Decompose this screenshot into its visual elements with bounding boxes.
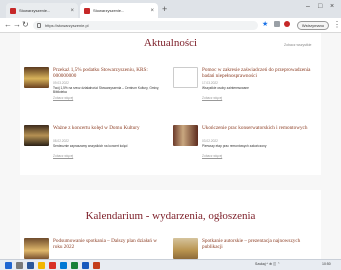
- news-item-date: 03.02.2022: [202, 139, 218, 143]
- file-explorer-icon[interactable]: [38, 262, 45, 269]
- forward-button[interactable]: →: [13, 20, 21, 30]
- minimize-icon[interactable]: –: [306, 3, 310, 10]
- calendar-section: Kalendarium - wydarzenia, ogłoszenia Pod…: [20, 190, 321, 259]
- menu-icon[interactable]: ⋮: [333, 20, 341, 29]
- news-item-title[interactable]: Ważne z koncertu kolęd w Domu Kultury: [53, 125, 163, 131]
- news-item-desc: Serdecznie zapraszamy wszystkich na konc…: [53, 144, 128, 148]
- tab-title: Stowarzyszenie...: [93, 8, 125, 13]
- browser-taskbar-icon[interactable]: [49, 262, 56, 269]
- word-icon[interactable]: [82, 262, 89, 269]
- taskbar: Szukaj ^ ⊕ ◫ ⌃ 10:50: [0, 259, 341, 270]
- extension-icon[interactable]: [274, 21, 280, 27]
- news-thumbnail[interactable]: [24, 67, 49, 88]
- new-tab-button[interactable]: +: [162, 4, 167, 14]
- mail-icon[interactable]: [60, 262, 67, 269]
- news-thumbnail[interactable]: [24, 125, 49, 146]
- search-icon[interactable]: [16, 262, 23, 269]
- profile-icon[interactable]: [284, 21, 290, 27]
- calendar-item[interactable]: Spotkanie autorskie – prezentacja najnow…: [173, 238, 313, 259]
- calendar-item-title[interactable]: Spotkanie autorskie – prezentacja najnow…: [202, 238, 312, 250]
- browser-tab-active[interactable]: Stowarzyszenie... ×: [80, 3, 158, 18]
- close-window-icon[interactable]: ×: [330, 3, 334, 10]
- reload-button[interactable]: ↻: [22, 20, 29, 30]
- back-button[interactable]: ←: [4, 20, 12, 30]
- news-item-more-link[interactable]: Zobacz więcej: [53, 154, 73, 158]
- news-title: Aktualności: [143, 37, 198, 49]
- news-item-more-link[interactable]: Zobacz więcej: [53, 96, 73, 100]
- tab-close-icon[interactable]: ×: [150, 8, 154, 14]
- news-section: Aktualności Zobacz wszystkie Przekaż 1,5…: [20, 33, 321, 175]
- calendar-thumbnail[interactable]: [173, 238, 198, 259]
- news-item-title[interactable]: Przekaż 1,5% podatku Stowarzyszeniu, KRS…: [53, 67, 163, 79]
- paused-button[interactable]: Wstrzymano: [297, 21, 329, 30]
- task-view-icon[interactable]: [27, 262, 34, 269]
- news-thumbnail[interactable]: [173, 67, 198, 88]
- url-input[interactable]: https://stowarzyszenie.pl: [33, 21, 258, 30]
- news-item-desc: Pierwszy etap prac remontowych zakończon…: [202, 144, 267, 148]
- calendar-item-title[interactable]: Podsumowanie spotkania – Dalszy plan dzi…: [53, 238, 163, 250]
- favicon-icon: [10, 7, 16, 14]
- news-item[interactable]: Przekaż 1,5% podatku Stowarzyszeniu, KRS…: [24, 67, 164, 111]
- browser-tab-bar: Stowarzyszenie... × Stowarzyszenie... × …: [0, 0, 341, 18]
- news-item-date: 09.03.2022: [53, 81, 69, 85]
- calendar-item[interactable]: Podsumowanie spotkania – Dalszy plan dzi…: [24, 238, 164, 259]
- system-tray[interactable]: Szukaj ^ ⊕ ◫ ⌃: [255, 262, 280, 266]
- browser-tab[interactable]: Stowarzyszenie... ×: [6, 3, 78, 18]
- clock[interactable]: 10:50: [322, 262, 331, 266]
- windows-start-icon[interactable]: [5, 262, 12, 269]
- maximize-icon[interactable]: □: [318, 3, 322, 10]
- news-item-more-link[interactable]: Zobacz więcej: [202, 96, 222, 100]
- lock-icon: [37, 23, 41, 28]
- presentation-icon[interactable]: [93, 262, 100, 269]
- news-thumbnail[interactable]: [173, 125, 198, 146]
- news-item-desc: Wszystkie osoby zainteresowane: [202, 86, 249, 90]
- news-item[interactable]: Ukończenie prac konserwatorskich i remon…: [173, 125, 313, 169]
- news-archive-link[interactable]: Zobacz wszystkie: [284, 43, 311, 47]
- news-item-more-link[interactable]: Zobacz więcej: [202, 154, 222, 158]
- news-item[interactable]: Ważne z koncertu kolęd w Domu Kultury 08…: [24, 125, 164, 169]
- tab-title: Stowarzyszenie...: [19, 8, 51, 13]
- tab-close-icon[interactable]: ×: [70, 8, 74, 14]
- favicon-icon: [84, 7, 90, 14]
- spreadsheet-icon[interactable]: [71, 262, 78, 269]
- calendar-thumbnail[interactable]: [24, 238, 49, 259]
- news-item-date: 17.03.2022: [202, 81, 218, 85]
- news-item-desc: Twój 1,5% na rzecz działalności Stowarzy…: [53, 86, 160, 94]
- address-toolbar: ← → ↻ https://stowarzyszenie.pl ★ Wstrzy…: [0, 18, 341, 33]
- url-text: https://stowarzyszenie.pl: [45, 23, 89, 28]
- star-icon[interactable]: ★: [262, 20, 268, 28]
- page-content: Aktualności Zobacz wszystkie Przekaż 1,5…: [0, 33, 341, 259]
- calendar-title: Kalendarium - wydarzenia, ogłoszenia: [85, 210, 256, 222]
- news-item-title[interactable]: Pomoc w zakresie zaświadczeń do przeprow…: [202, 67, 312, 79]
- news-item-date: 08.02.2022: [53, 139, 69, 143]
- news-item[interactable]: Pomoc w zakresie zaświadczeń do przeprow…: [173, 67, 313, 111]
- news-item-title[interactable]: Ukończenie prac konserwatorskich i remon…: [202, 125, 312, 131]
